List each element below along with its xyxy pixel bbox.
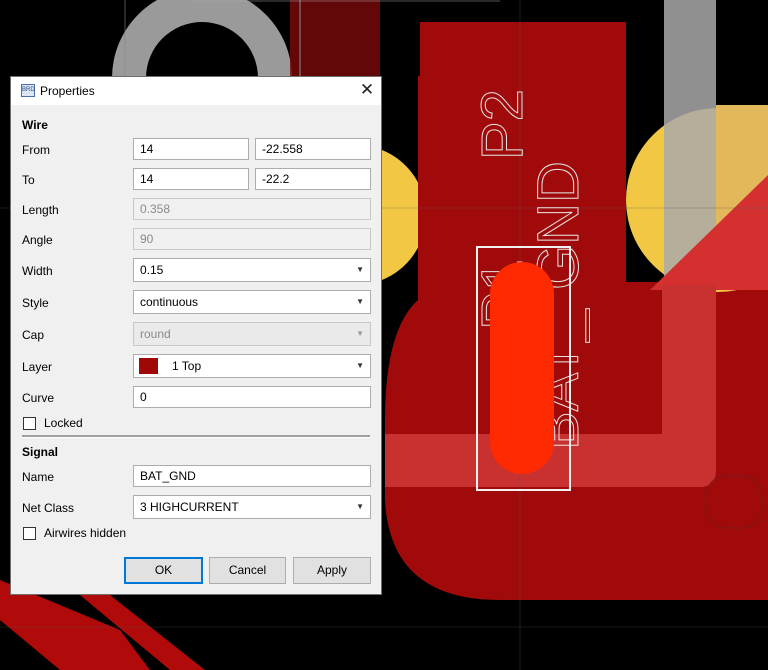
chevron-down-icon: ▼ — [356, 361, 364, 370]
cap-select: round ▼ — [133, 322, 371, 346]
length-label: Length — [22, 203, 59, 217]
to-x-input[interactable]: 14 — [133, 168, 249, 190]
netclass-label: Net Class — [22, 501, 75, 515]
netclass-select[interactable]: 3 HIGHCURRENT ▼ — [133, 495, 371, 519]
section-divider — [22, 435, 370, 438]
angle-label: Angle — [22, 233, 53, 247]
selected-pad[interactable] — [490, 262, 554, 474]
name-label: Name — [22, 470, 55, 484]
ok-button[interactable]: OK — [124, 557, 203, 584]
locked-checkbox[interactable] — [23, 417, 36, 430]
close-icon[interactable]: ✕ — [357, 80, 377, 100]
angle-field: 90 — [133, 228, 371, 250]
width-select[interactable]: 0.15 ▼ — [133, 258, 371, 282]
chevron-down-icon: ▼ — [356, 265, 364, 274]
cap-value: round — [140, 327, 171, 341]
curve-label: Curve — [22, 391, 55, 405]
chevron-down-icon: ▼ — [356, 297, 364, 306]
board-file-icon: BRD — [21, 84, 35, 97]
layer-value: 1 Top — [172, 359, 202, 373]
style-value: continuous — [140, 295, 199, 309]
width-value: 0.15 — [140, 263, 164, 277]
to-label: To — [22, 173, 35, 187]
from-x-input[interactable]: 14 — [133, 138, 249, 160]
curve-input[interactable]: 0 — [133, 386, 371, 408]
layer-label: Layer — [22, 360, 53, 374]
locked-label[interactable]: Locked — [44, 416, 83, 430]
cap-label: Cap — [22, 328, 45, 342]
netclass-value: 3 HIGHCURRENT — [140, 500, 239, 514]
layer-select[interactable]: 1 Top ▼ — [133, 354, 371, 378]
layer-color-swatch — [139, 358, 158, 374]
apply-button[interactable]: Apply — [293, 557, 371, 584]
signal-section-title: Signal — [22, 445, 59, 459]
wire-section-title: Wire — [22, 118, 48, 132]
signal-name-input[interactable]: BAT_GND — [133, 465, 371, 487]
from-y-input[interactable]: -22.558 — [255, 138, 371, 160]
to-y-input[interactable]: -22.2 — [255, 168, 371, 190]
from-label: From — [22, 143, 50, 157]
airwires-hidden-label[interactable]: Airwires hidden — [44, 526, 126, 540]
dialog-titlebar[interactable]: BRD Properties ✕ — [11, 77, 381, 105]
chevron-down-icon: ▼ — [356, 329, 364, 338]
style-select[interactable]: continuous ▼ — [133, 290, 371, 314]
dialog-title: Properties — [40, 84, 95, 98]
width-label: Width — [22, 264, 53, 278]
chevron-down-icon: ▼ — [356, 502, 364, 511]
length-field: 0.358 — [133, 198, 371, 220]
properties-dialog: BRD Properties ✕ Wire From 14 -22.558 To… — [10, 76, 382, 595]
cancel-button[interactable]: Cancel — [209, 557, 286, 584]
style-label: Style — [22, 296, 49, 310]
airwires-hidden-checkbox[interactable] — [23, 527, 36, 540]
silkscreen-label-p2: P2 — [470, 89, 535, 160]
